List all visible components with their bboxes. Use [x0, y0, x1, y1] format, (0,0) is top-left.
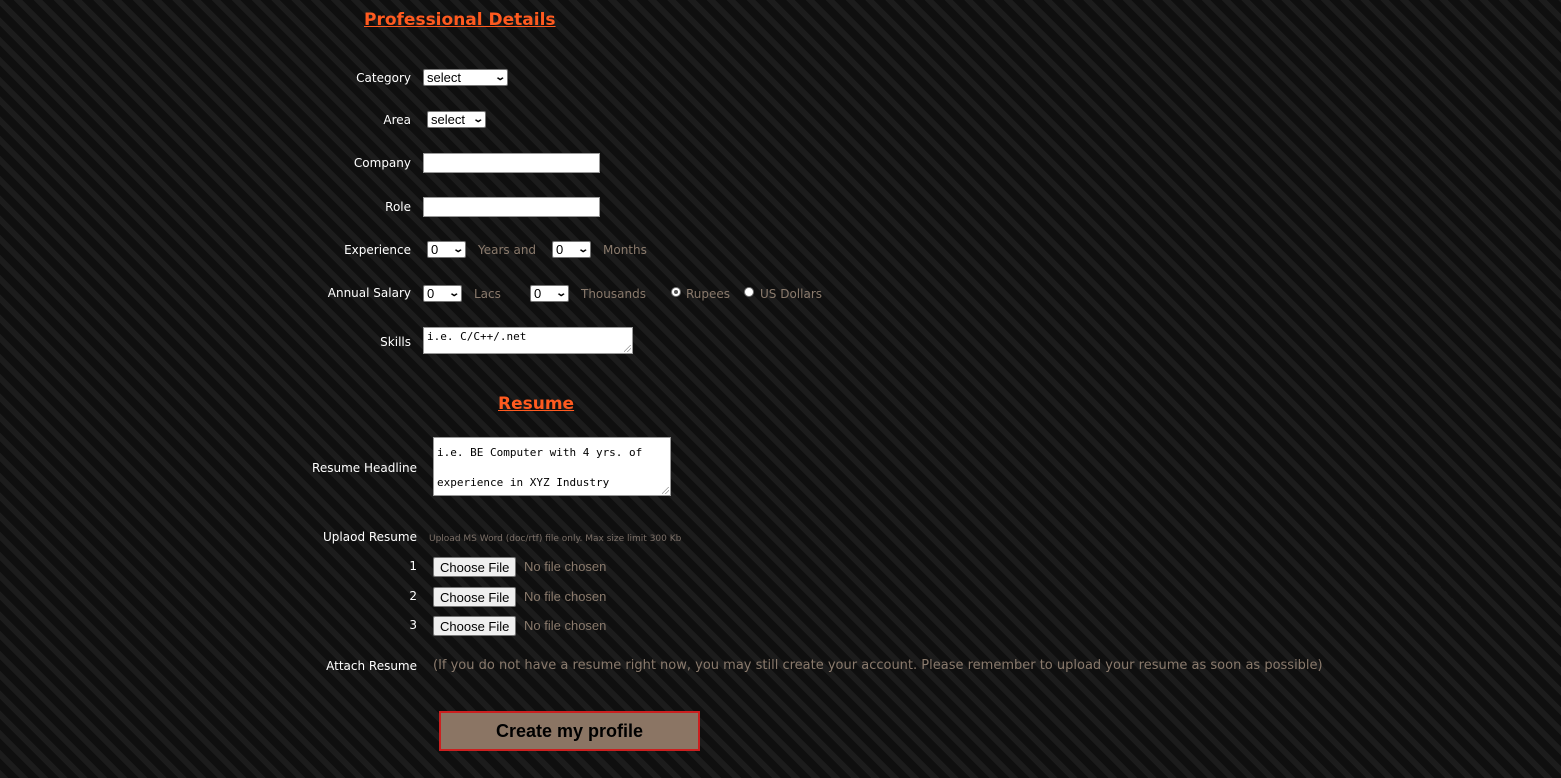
upload-hint: Upload MS Word (doc/rtf) file only. Max … [429, 534, 682, 544]
chevron-down-icon: ⌄ [493, 71, 506, 83]
choose-file-button-2[interactable]: Choose File [433, 587, 517, 607]
salary-thousands-select[interactable]: 0 ⌄ [530, 285, 569, 302]
rupees-label: Rupees [686, 287, 731, 301]
file-number-3: 3 [409, 618, 417, 632]
chevron-down-icon: ⌄ [576, 243, 589, 255]
experience-months-select[interactable]: 0 ⌄ [552, 241, 591, 258]
chevron-down-icon: ⌄ [554, 287, 567, 299]
salary-lacs-select[interactable]: 0 ⌄ [423, 285, 462, 302]
experience-months-value: 0 [556, 242, 564, 257]
experience-years-select[interactable]: 0 ⌄ [427, 241, 466, 258]
category-label: Category [356, 71, 411, 85]
area-label: Area [383, 113, 411, 127]
lacs-text: Lacs [474, 287, 501, 301]
file-status-1: No file chosen [524, 559, 607, 574]
role-input[interactable] [423, 197, 600, 217]
resize-grip-icon[interactable] [624, 345, 631, 352]
area-select-value: select [431, 112, 465, 127]
chevron-down-icon: ⌄ [451, 243, 464, 255]
category-select-value: select [427, 70, 461, 85]
us-dollars-label: US Dollars [760, 287, 823, 301]
experience-years-value: 0 [431, 242, 439, 257]
resume-headline-line-1: i.e. BE Computer with 4 yrs. of [437, 446, 643, 459]
resize-grip-icon[interactable] [662, 487, 669, 494]
skills-textarea-text: i.e. C/C++/.net [427, 330, 527, 343]
create-profile-button[interactable]: Create my profile [439, 711, 700, 751]
skills-textarea[interactable]: i.e. C/C++/.net [423, 327, 633, 354]
resume-headline-textarea[interactable]: i.e. BE Computer with 4 yrs. of experien… [433, 437, 671, 496]
choose-file-button-1[interactable]: Choose File [433, 557, 517, 577]
file-status-3: No file chosen [524, 618, 607, 633]
attach-resume-label: Attach Resume [326, 659, 417, 673]
resume-headline-label: Resume Headline [312, 461, 417, 475]
annual-salary-label: Annual Salary [327, 286, 411, 300]
attach-resume-note: (If you do not have a resume right now, … [433, 658, 1323, 673]
category-select[interactable]: select ⌄ [423, 69, 508, 86]
role-label: Role [385, 200, 411, 214]
experience-label: Experience [344, 243, 411, 257]
years-and-text: Years and [478, 243, 537, 257]
months-text: Months [603, 243, 647, 257]
skills-label: Skills [380, 335, 411, 349]
file-number-1: 1 [409, 559, 417, 573]
professional-details-heading: Professional Details [364, 10, 556, 30]
us-dollars-radio[interactable] [744, 287, 754, 297]
company-label: Company [353, 156, 411, 170]
file-number-2: 2 [409, 589, 417, 603]
rupees-radio[interactable] [671, 287, 681, 297]
file-status-2: No file chosen [524, 589, 607, 604]
choose-file-button-3[interactable]: Choose File [433, 616, 517, 636]
chevron-down-icon: ⌄ [447, 287, 460, 299]
salary-thousands-value: 0 [534, 286, 542, 301]
salary-lacs-value: 0 [427, 286, 435, 301]
resume-heading: Resume [498, 394, 575, 414]
area-select[interactable]: select ⌄ [427, 111, 486, 128]
thousands-text: Thousands [581, 287, 646, 301]
upload-resume-label: Uplaod Resume [323, 530, 417, 544]
chevron-down-icon: ⌄ [471, 113, 484, 125]
resume-headline-line-2: experience in XYZ Industry [437, 476, 610, 489]
company-input[interactable] [423, 153, 600, 173]
